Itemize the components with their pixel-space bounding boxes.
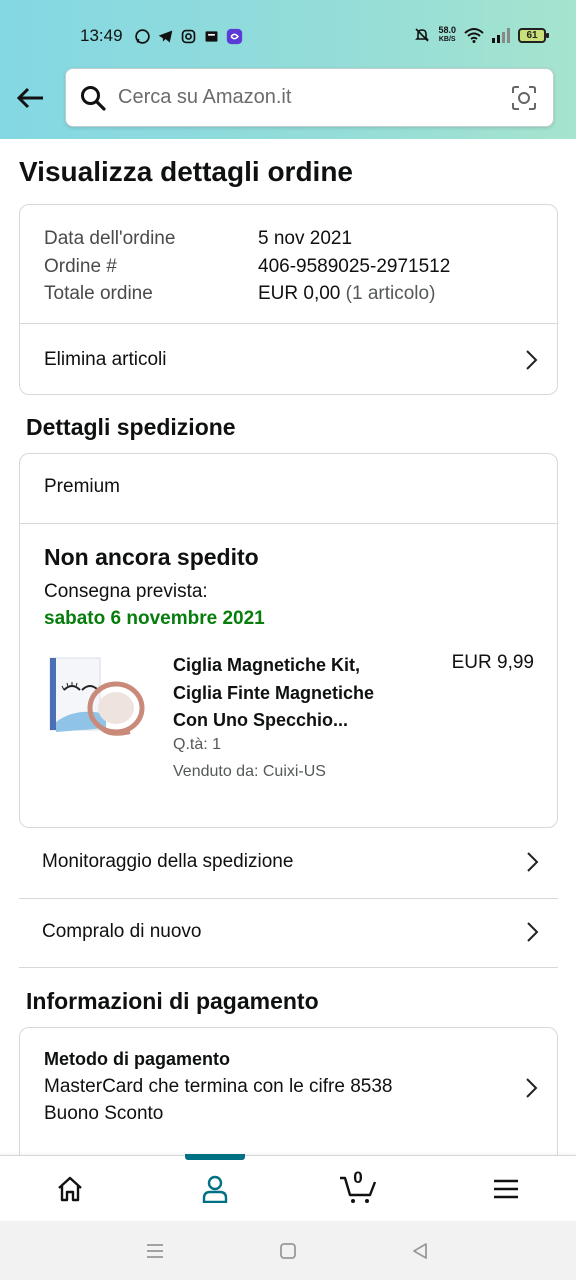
whatsapp-icon (135, 29, 150, 44)
product-image[interactable] (46, 652, 146, 744)
bottom-navigation: 0 (0, 1154, 576, 1222)
net-speed-value: 58.0 (438, 25, 456, 35)
divider (20, 523, 557, 524)
shipping-service: Premium (44, 476, 121, 497)
search-icon (81, 86, 106, 111)
product-title-line: Con Uno Specchio... (173, 710, 349, 730)
order-date-value: 5 nov 2021 (258, 228, 353, 249)
instagram-icon (181, 29, 196, 44)
system-recents-button[interactable] (142, 1238, 168, 1264)
menu-icon (494, 1179, 518, 1199)
delivery-date: sabato 6 novembre 2021 (44, 608, 265, 629)
payment-section-title: Informazioni di pagamento (26, 988, 319, 1014)
nav-account[interactable] (175, 1156, 255, 1222)
order-date-row: Data dell'ordine 5 nov 2021 (44, 225, 450, 253)
chevron-right-icon (526, 1078, 538, 1098)
nav-cart[interactable]: 0 (318, 1156, 398, 1222)
square-home-icon (280, 1243, 296, 1259)
status-right: 58.0 KB/S 61 (414, 26, 549, 44)
order-number-row: Ordine # 406-9589025-2971512 (44, 253, 450, 281)
recents-icon (147, 1244, 163, 1258)
triangle-back-icon (413, 1243, 427, 1259)
payment-voucher-info: Buono Sconto (44, 1103, 164, 1124)
system-navigation-bar (0, 1221, 576, 1280)
account-icon (202, 1175, 228, 1203)
home-icon (58, 1176, 82, 1202)
search-input[interactable] (118, 69, 498, 126)
wifi-icon (464, 28, 484, 43)
link-app-icon (226, 28, 243, 45)
book-icon (205, 31, 218, 42)
product-price: EUR 9,99 (451, 652, 534, 673)
delete-items-row[interactable]: Elimina articoli (20, 324, 557, 395)
product-title-link[interactable]: Ciglia Magnetiche Kit, Ciglia Finte Magn… (173, 652, 413, 735)
nav-menu[interactable] (466, 1156, 546, 1222)
order-date-label: Data dell'ordine (44, 228, 176, 249)
net-speed: 58.0 KB/S (438, 26, 456, 44)
product-quantity: Q.tà: 1 (173, 736, 222, 753)
app-header: 13:49 58.0 KB/S 61 (0, 0, 576, 139)
page-title: Visualizza dettagli ordine (19, 156, 354, 187)
signal-icon (492, 28, 510, 43)
delivery-label: Consegna prevista: (44, 581, 208, 602)
shipping-section-title: Dettagli spedizione (26, 414, 236, 440)
chevron-right-icon (527, 852, 539, 872)
product-seller: Venduto da: Cuixi-US (173, 763, 326, 780)
order-total-value: EUR 0,00 (1 articolo) (258, 280, 435, 308)
order-info: Data dell'ordine 5 nov 2021 Ordine # 406… (44, 225, 450, 308)
shipment-card: Premium Non ancora spedito Consegna prev… (19, 453, 558, 828)
mute-bell-icon (415, 28, 430, 42)
payment-method-title: Metodo di pagamento (44, 1049, 230, 1069)
chevron-right-icon (527, 922, 539, 942)
track-shipment-label: Monitoraggio della spedizione (42, 851, 294, 872)
shipment-status: Non ancora spedito (44, 544, 259, 570)
net-speed-unit: KB/S (438, 36, 456, 43)
order-total-label: Totale ordine (44, 283, 153, 304)
delete-items-label: Elimina articoli (44, 348, 167, 370)
cart-count: 0 (353, 1168, 363, 1187)
camera-scan-icon[interactable] (511, 85, 537, 111)
divider (19, 967, 558, 968)
order-summary-card: Data dell'ordine 5 nov 2021 Ordine # 406… (19, 204, 558, 395)
system-home-button[interactable] (275, 1238, 301, 1264)
status-app-icons (134, 28, 243, 45)
track-shipment-row[interactable]: Monitoraggio della spedizione (19, 828, 558, 896)
battery-indicator: 61 (518, 27, 549, 43)
order-number-value: 406-9589025-2971512 (258, 255, 451, 277)
back-arrow-icon (16, 87, 43, 109)
buy-again-label: Compralo di nuovo (42, 921, 202, 942)
product-title-line: Ciglia Magnetiche Kit, (173, 655, 361, 675)
telegram-icon (158, 30, 173, 43)
order-total-row: Totale ordine EUR 0,00 (1 articolo) (44, 280, 450, 308)
buy-again-row[interactable]: Compralo di nuovo (19, 898, 558, 966)
product-title-line: Ciglia Finte Magnetiche (173, 682, 375, 703)
chevron-right-icon (526, 349, 538, 370)
order-item-count: (1 articolo) (345, 283, 436, 304)
order-number-label: Ordine # (44, 255, 117, 277)
back-button[interactable] (12, 80, 48, 116)
status-time: 13:49 (80, 26, 123, 45)
search-bar[interactable] (65, 68, 554, 127)
nav-home[interactable] (30, 1156, 110, 1222)
payment-card-info: MasterCard che termina con le cifre 8538 (44, 1076, 393, 1097)
order-total-amount: EUR 0,00 (258, 283, 341, 304)
system-back-button[interactable] (407, 1238, 433, 1264)
status-bar: 13:49 58.0 KB/S 61 (0, 22, 576, 52)
